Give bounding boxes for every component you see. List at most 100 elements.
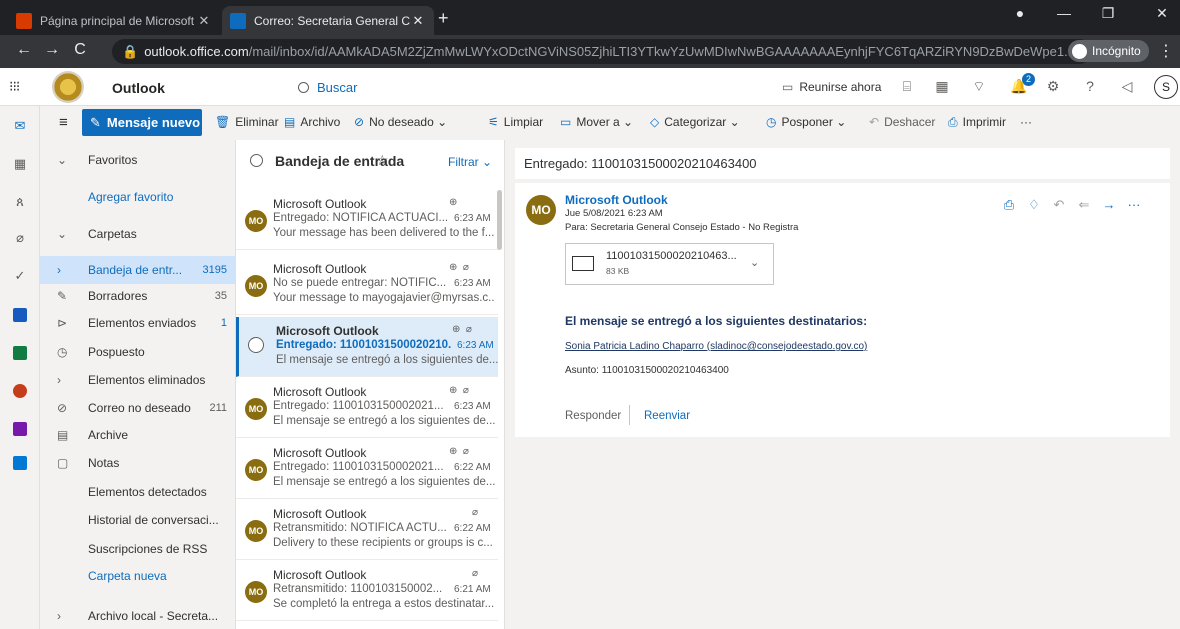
like-icon[interactable]: ♢ [1025,197,1043,213]
more-actions-button[interactable]: ··· [1020,115,1032,129]
lock-icon: 🔒 [122,43,139,59]
settings-gear-icon[interactable]: ⚙ [1044,78,1062,95]
folder-junk[interactable]: ⊘ Correo no deseado 211 [40,394,235,422]
profile-dot-icon[interactable]: ● [1010,5,1030,21]
snooze-button[interactable]: ◷ Posponer ⌄ [766,115,846,129]
more-icon[interactable]: ··· [1125,197,1143,212]
chevron-down-icon[interactable]: ⌄ [750,256,759,269]
folder-sent[interactable]: ⊳ Elementos enviados 1 [40,309,235,337]
search-box[interactable]: Buscar [298,80,357,95]
categorize-button[interactable]: ◇ Categorizar ⌄ [650,115,740,129]
feedback-icon[interactable]: ⌔ [970,78,988,96]
close-tab-icon[interactable]: ✕ [196,13,212,29]
feedback-megaphone-icon[interactable]: ◁ [1118,78,1136,95]
folder-conversation-history[interactable]: Historial de conversaci... [40,506,235,534]
app-launcher-icon[interactable]: ⁝⁝⁝ [9,78,20,95]
sweep-button[interactable]: ⚟ Limpiar [488,115,543,129]
folder-drafts[interactable]: ✎ Borradores 35 [40,282,235,310]
list-item[interactable]: MO Microsoft Outlook ⌀ Retransmitido: NO… [236,500,498,560]
todo-app-icon[interactable] [13,456,27,470]
people-icon[interactable]: ጰ [10,194,30,214]
recipient-link[interactable]: Sonia Patricia Ladino Chaparro (sladinoc… [565,341,867,352]
excel-app-icon[interactable] [13,346,27,360]
help-icon[interactable]: ? [1081,78,1099,94]
archive-button[interactable]: ▤ Archivo [284,115,340,129]
user-avatar[interactable]: S [1154,75,1178,99]
folder-notes[interactable]: ▢ Notas [40,449,235,477]
move-to-button[interactable]: ▭ Mover a ⌄ [560,115,633,129]
list-item[interactable]: MO Microsoft Outlook ⊕ ⌀ Entregado: 1100… [236,439,498,499]
attachment-icon[interactable]: ⌀ [10,230,30,250]
mail-icon[interactable]: ✉ [10,118,30,138]
folder-label: Bandeja de entr... [88,263,183,277]
url-field[interactable]: 🔒 outlook.office.com /mail/inbox/id/AAMk… [112,39,1092,64]
incognito-indicator[interactable]: Incógnito [1068,40,1149,62]
list-item-selected[interactable]: Microsoft Outlook ⊕ ⌀ Entregado: 1100103… [236,317,498,377]
todo-icon[interactable]: ✓ [10,268,30,288]
powerpoint-app-icon[interactable] [13,384,27,398]
word-icon[interactable]: ▦ [933,78,951,95]
sender: Microsoft Outlook [273,446,367,460]
meet-now-label: Reunirse ahora [799,80,882,94]
reply-icon[interactable]: ↶ [1050,197,1068,213]
forward-icon[interactable]: → [1100,197,1118,212]
reload-icon[interactable]: C [70,41,90,59]
browser-tab-office-home[interactable]: Página principal de Microsoft Of ✕ [8,6,220,35]
print-button[interactable]: ⎙ Imprimir [948,115,1006,130]
folder-rss[interactable]: Suscripciones de RSS [40,535,235,563]
time: 6:22 AM [454,523,491,534]
close-tab-icon[interactable]: ✕ [410,13,426,29]
filter-button[interactable]: Filtrar ⌄ [448,155,492,169]
attachment-card[interactable]: 11001031500020210463... 83 KB ⌄ [565,243,774,285]
add-favorite-link[interactable]: Agregar favorito [40,183,235,211]
message-card: MO Microsoft Outlook Jue 5/08/2021 6:23 … [515,183,1170,437]
tag-icon: ◇ [650,115,660,129]
new-message-button[interactable]: ✎ Mensaje nuevo [82,109,202,136]
list-item[interactable]: MO Microsoft Outlook ⌀ Retransmitido: 11… [236,561,498,621]
forward-button[interactable]: Reenviar [644,410,690,422]
folder-snoozed[interactable]: ◷ Pospuesto [40,338,235,366]
reply-all-icon[interactable]: ⇐ [1075,197,1093,213]
junk-button[interactable]: ⊘ No deseado ⌄ [354,115,447,129]
undo-button[interactable]: ↶ Deshacer [869,115,935,129]
reply-button[interactable]: Responder [565,410,621,422]
folder-detected[interactable]: Elementos detectados [40,478,235,506]
paperclip-icon: ⌀ [472,568,479,579]
star-icon[interactable]: ☆ [376,152,389,169]
folder-inbox[interactable]: › Bandeja de entr... 3195 [40,256,235,284]
new-tab-button[interactable]: + [438,8,449,29]
subject: Retransmitido: NOTIFICA ACTU... [273,522,447,534]
select-radio[interactable] [248,337,264,353]
meet-now-button[interactable]: ▭ Reunirse ahora [782,80,881,94]
add-favorite-label: Agregar favorito [88,190,174,204]
list-item[interactable]: MO Microsoft Outlook ⊕ ⌀ Entregado: 1100… [236,378,498,438]
search-icon [298,82,309,93]
teams-chat-icon[interactable]: ⌸ [898,78,916,95]
app-title[interactable]: Outlook [112,80,165,96]
folder-deleted[interactable]: › Elementos eliminados [40,366,235,394]
word-app-icon[interactable] [13,308,27,322]
print-icon[interactable]: ⎙ [1000,197,1018,213]
sender-name[interactable]: Microsoft Outlook [565,193,668,207]
forward-icon[interactable]: → [42,41,62,59]
local-archive-folder[interactable]: › Archivo local - Secreta... [40,602,235,629]
new-folder-link[interactable]: Carpeta nueva [40,562,235,590]
select-all-checkbox[interactable] [250,154,263,167]
clock-icon: ◷ [57,345,68,359]
back-icon[interactable]: ← [14,41,34,59]
folder-archive[interactable]: ▤ Archive [40,421,235,449]
folders-header[interactable]: ⌄ Carpetas [40,220,235,248]
minimize-icon[interactable]: — [1054,5,1074,21]
delete-button[interactable]: 🗑 Eliminar [215,115,279,129]
hamburger-menu-icon[interactable]: ≡ [59,114,68,131]
browser-menu-icon[interactable]: ⋮ [1156,41,1176,61]
filter-label: Filtrar [448,155,479,169]
list-item[interactable]: MO Microsoft Outlook ⊕ ⌀ No se puede ent… [236,255,498,315]
favorites-header[interactable]: ⌄ Favoritos [40,146,235,174]
onenote-app-icon[interactable] [13,422,27,436]
list-item[interactable]: MO Microsoft Outlook ⊕ Entregado: NOTIFI… [236,190,498,250]
window-close-icon[interactable]: ✕ [1152,5,1172,22]
calendar-icon[interactable]: ▦ [10,156,30,176]
browser-tab-outlook[interactable]: Correo: Secretaria General Conse ✕ [222,6,434,35]
restore-icon[interactable]: ❐ [1098,5,1118,22]
